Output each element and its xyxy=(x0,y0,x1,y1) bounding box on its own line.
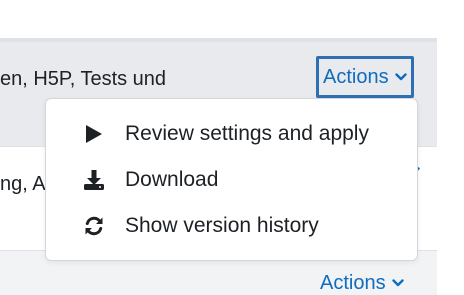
play-icon xyxy=(82,122,106,146)
actions-label: Actions xyxy=(320,272,386,294)
menu-item-version-history[interactable]: Show version history xyxy=(46,203,417,249)
row-title: ng, A xyxy=(0,173,46,195)
table-header-strip xyxy=(0,0,437,38)
download-icon xyxy=(82,168,106,192)
actions-dropdown-menu: Review settings and apply Download Show … xyxy=(45,98,418,261)
actions-label: Actions xyxy=(323,65,389,88)
refresh-icon xyxy=(82,214,106,238)
row-title: en, H5P, Tests und xyxy=(0,68,167,90)
actions-dropdown-button-row-3[interactable]: Actions xyxy=(320,272,404,295)
actions-dropdown-button[interactable]: Actions xyxy=(316,56,414,98)
menu-item-download[interactable]: Download xyxy=(46,157,417,203)
page: en, H5P, Tests und ng, A Actions Actions… xyxy=(0,0,464,295)
chevron-down-icon xyxy=(391,276,404,291)
menu-item-label: Review settings and apply xyxy=(125,122,369,145)
menu-item-label: Download xyxy=(125,168,219,191)
chevron-down-icon xyxy=(394,70,407,85)
menu-item-label: Show version history xyxy=(125,214,319,237)
menu-item-review-settings[interactable]: Review settings and apply xyxy=(46,111,417,157)
